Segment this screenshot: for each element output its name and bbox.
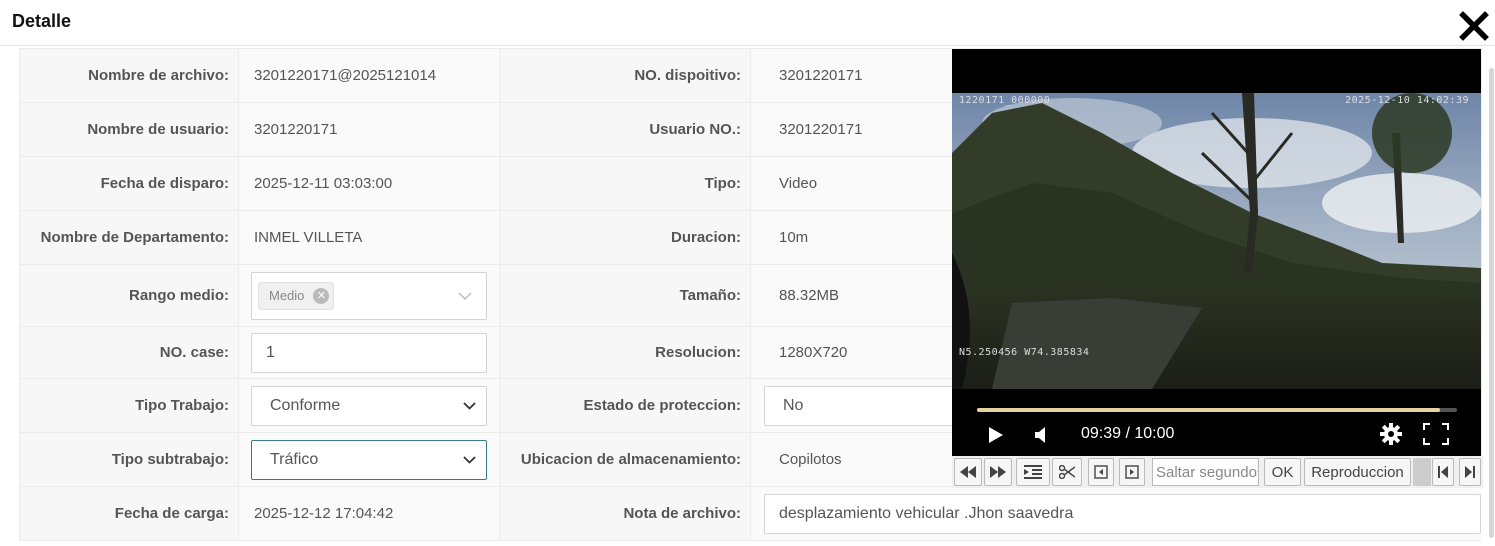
ok-button[interactable]: OK (1264, 458, 1301, 486)
work-subtype-value: Tráfico (270, 450, 319, 468)
case-no-label: NO. case: (19, 326, 239, 379)
settings-gear-icon[interactable] (1379, 422, 1403, 451)
rewind-icon[interactable] (954, 458, 982, 486)
media-range-label: Rango medio: (19, 264, 239, 327)
work-type-value: Conforme (270, 396, 341, 414)
list-indent-icon[interactable] (1016, 458, 1050, 486)
fast-forward-icon[interactable] (984, 458, 1012, 486)
shot-date-label: Fecha de disparo: (19, 156, 239, 211)
dialog-header: Detalle (0, 0, 1495, 46)
video-player[interactable]: 1220171_000000 2025-12-10 14:02:39 N5.25… (952, 49, 1481, 456)
playback-toolbar: Saltar segundos OK Reproduccion (952, 456, 1483, 488)
upload-date-label: Fecha de carga: (19, 486, 239, 541)
duration-label: Duracion: (499, 210, 751, 265)
protection-label: Estado de proteccion: (499, 378, 751, 433)
time-display: 09:39 / 10:00 (1081, 425, 1175, 442)
progress-fill (977, 408, 1441, 412)
file-name-value: 3201220171@2025121014 (254, 67, 437, 84)
form-row: Fecha de carga: 2025-12-12 17:04:42 Nota… (19, 486, 1481, 541)
department-value: INMEL VILLETA (254, 229, 363, 246)
video-frame: 1220171_000000 2025-12-10 14:02:39 N5.25… (952, 93, 1481, 389)
osd-gps: N5.250456 W74.385834 (959, 347, 1090, 358)
work-type-select[interactable]: Conforme (251, 385, 487, 426)
type-label: Tipo: (499, 156, 751, 211)
protection-value: No (783, 396, 804, 414)
file-name-label: Nombre de archivo: (19, 48, 239, 103)
device-no-label: NO. dispoitivo: (499, 48, 751, 103)
file-note-input[interactable]: desplazamiento vehicular .Jhon saavedra (764, 493, 1481, 534)
resolution-label: Resolucion: (499, 326, 751, 379)
play-icon[interactable] (988, 426, 1004, 449)
work-subtype-label: Tipo subtrabajo: (19, 432, 239, 487)
storage-label: Ubicacion de almacenamiento: (499, 432, 751, 487)
shot-date-value: 2025-12-11 03:03:00 (254, 175, 393, 192)
department-label: Nombre de Departamento: (19, 210, 239, 265)
osd-device-id: 1220171_000000 (959, 95, 1051, 106)
file-note-label: Nota de archivo: (499, 486, 751, 541)
close-icon[interactable] (1458, 10, 1490, 42)
dialog-scrollbar[interactable] (1488, 48, 1495, 546)
media-range-tag: Medio ✕ (258, 281, 335, 310)
tag-remove-icon[interactable]: ✕ (313, 287, 330, 304)
work-subtype-select[interactable]: Tráfico (251, 439, 487, 480)
osd-timestamp: 2025-12-10 14:02:39 (1345, 95, 1469, 106)
work-type-label: Tipo Trabajo: (19, 378, 239, 433)
media-range-multiselect[interactable]: Medio ✕ (251, 271, 487, 320)
prev-frame-icon[interactable] (1088, 458, 1114, 486)
case-no-input[interactable]: 1 (251, 332, 487, 373)
chevron-down-icon (463, 455, 476, 464)
user-name-value: 3201220171 (254, 121, 338, 138)
skip-to-end-icon[interactable] (1459, 458, 1481, 486)
size-label: Tamaño: (499, 264, 751, 327)
playback-button[interactable]: Reproduccion (1304, 458, 1411, 486)
user-name-label: Nombre de usuario: (19, 102, 239, 157)
skip-seconds-input[interactable]: Saltar segundos (1152, 458, 1259, 486)
progress-bar[interactable] (977, 408, 1457, 412)
video-scene-image (952, 93, 1481, 389)
user-no-label: Usuario NO.: (499, 102, 751, 157)
chevron-down-icon (458, 287, 472, 305)
player-controls: 09:39 / 10:00 (952, 394, 1481, 456)
upload-date-value: 2025-12-12 17:04:42 (254, 505, 394, 522)
next-frame-icon[interactable] (1119, 458, 1145, 486)
media-range-tag-label: Medio (269, 288, 305, 303)
scissors-icon[interactable] (1052, 458, 1082, 486)
toolbar-separator (1413, 458, 1431, 486)
fullscreen-icon[interactable] (1423, 423, 1449, 450)
dialog-title: Detalle (12, 11, 72, 31)
chevron-down-icon (463, 401, 476, 410)
skip-to-start-icon[interactable] (1432, 458, 1454, 486)
volume-icon[interactable] (1034, 426, 1048, 449)
scrollbar-thumb[interactable] (1489, 68, 1494, 538)
